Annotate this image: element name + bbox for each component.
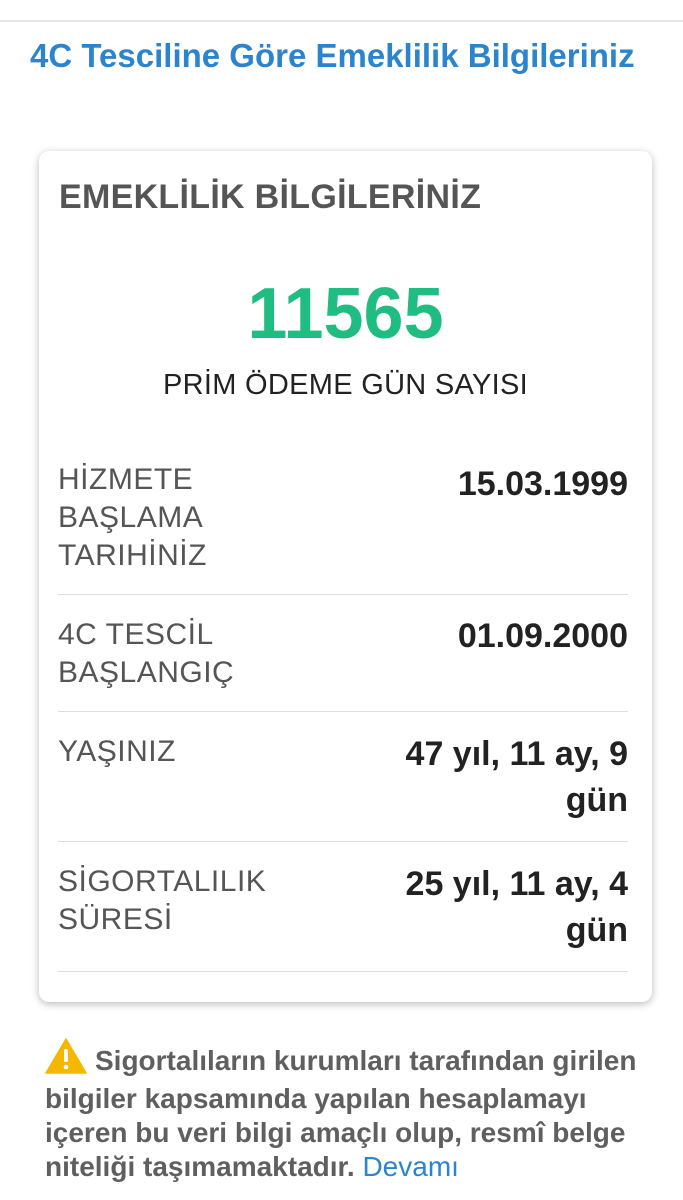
warning-icon: [45, 1038, 87, 1082]
info-row-insurance-duration: SİGORTALILIK SÜRESİ 25 yıl, 11 ay, 4 gün: [58, 841, 628, 972]
info-row-age: YAŞINIZ 47 yıl, 11 ay, 9 gün: [58, 711, 628, 842]
more-link[interactable]: Devamı: [362, 1151, 458, 1182]
info-value: 15.03.1999: [457, 465, 628, 503]
disclaimer-text-line-1: Sigortalıların kurumları tarafından giri…: [95, 1045, 637, 1076]
info-value: 01.09.2000: [457, 617, 628, 655]
disclaimer-line: Sigortalıların kurumları tarafından giri…: [45, 1038, 683, 1082]
info-row-service-start: HİZMETE BAŞLAMA TARIHİNİZ 15.03.1999: [58, 461, 628, 595]
top-bar: [0, 0, 683, 22]
disclaimer-notice: Sigortalıların kurumları tarafından giri…: [45, 1038, 683, 1184]
info-row-4c-start: 4C TESCİL BAŞLANGIÇ 01.09.2000: [58, 594, 628, 712]
prim-day-count-label: PRİM ÖDEME GÜN SAYISI: [162, 369, 529, 401]
retirement-info-card: EMEKLİLİK BİLGİLERİNİZ 11565 PRİM ÖDEME …: [39, 151, 652, 1002]
disclaimer-text-line-4: niteliği taşımamaktadır.: [45, 1151, 355, 1182]
card-title: EMEKLİLİK BİLGİLERİNİZ: [59, 178, 482, 216]
info-value: 25 yıl, 11 ay, 4 gün: [405, 865, 628, 949]
info-label: 4C TESCİL BAŞLANGIÇ: [58, 618, 235, 689]
disclaimer-text-line-3: içeren bu veri bilgi amaçlı olup, resmî …: [45, 1117, 626, 1148]
disclaimer-text-line-2: bilgiler kapsamında yapılan hesaplamayı: [45, 1083, 587, 1114]
info-label: YAŞINIZ: [58, 735, 176, 768]
info-label: HİZMETE BAŞLAMA TARIHİNİZ: [58, 463, 207, 572]
prim-day-count: 11565: [247, 274, 444, 354]
disclaimer-line-4: niteliği taşımamaktadır. Devamı: [45, 1150, 683, 1184]
info-value: 47 yıl, 11 ay, 9 gün: [405, 735, 628, 819]
page-title: 4C Tesciline Göre Emeklilik Bilgileriniz: [30, 37, 635, 74]
info-label: SİGORTALILIK SÜRESİ: [58, 865, 267, 936]
